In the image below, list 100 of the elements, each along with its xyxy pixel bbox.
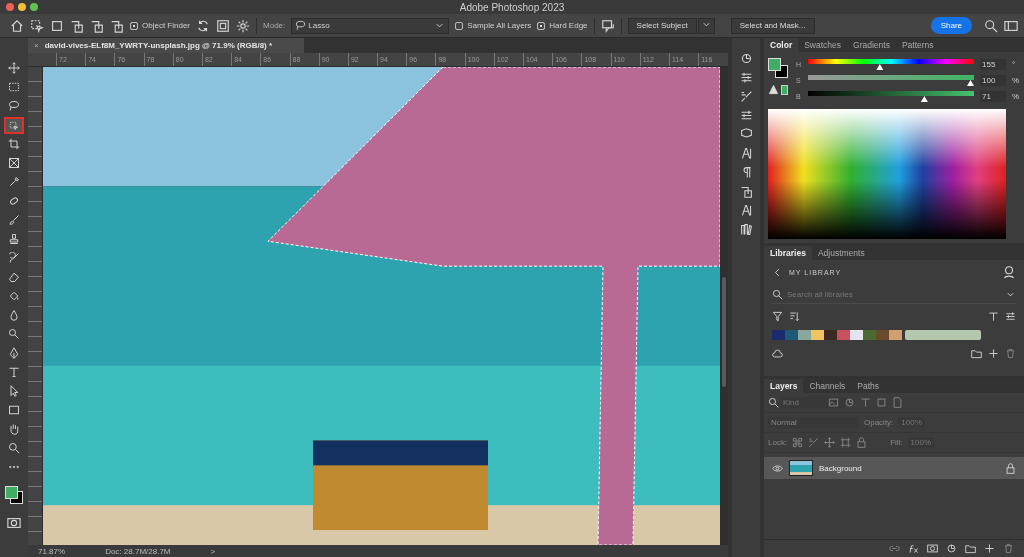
filter-icon[interactable] [772,311,783,322]
folder-icon[interactable] [971,348,982,359]
search-icon [768,397,779,408]
sort-icon[interactable] [789,311,800,322]
color-spectrum[interactable] [768,109,1006,239]
select-subject-button[interactable]: Select Subject [627,17,697,34]
shape-icon[interactable] [739,128,753,141]
window-title: Adobe Photoshop 2023 [459,1,565,13]
color-swatch[interactable] [798,330,811,340]
color-swatch[interactable] [889,330,902,340]
sample-all-layers-checkbox[interactable]: Sample All Layers [455,21,532,30]
panel-tab[interactable]: Channels [803,379,852,393]
type-filter-icon[interactable] [860,397,871,408]
panel-tab[interactable]: Color [764,38,799,52]
workspace-icon[interactable] [1004,18,1018,33]
color-swatch[interactable] [837,330,850,340]
layer-row[interactable]: Background [764,457,1024,479]
new-selection-icon[interactable] [50,18,64,33]
lock-artboard-icon[interactable] [840,437,852,448]
color-swatch[interactable] [863,330,876,340]
lock-brush-icon[interactable] [808,437,820,448]
document-tab[interactable]: × david-vives-ELf8M_YWRTY-unsplash.jpg @ 71.9% (RGB/8) * [28,38,304,53]
select-and-mask-button[interactable]: Select and Mask... [730,17,815,34]
glyphs-icon[interactable] [739,185,753,198]
hard-edge-checkbox[interactable]: Hard Edge [537,21,588,30]
color-swatch[interactable] [876,330,889,340]
tool-preset-icon[interactable] [30,18,44,33]
lock-pixels-icon[interactable] [792,437,804,448]
lock-label: Lock: [768,438,788,447]
object-selection-tool-icon[interactable] [4,117,24,134]
fill-label: Fill: [890,438,903,447]
character-icon[interactable] [739,147,753,160]
folder-icon[interactable] [965,543,976,554]
mode-dropdown[interactable]: Lasso [291,17,450,34]
value-field[interactable]: 100 [980,75,1006,86]
panel-tab[interactable]: Patterns [895,38,940,52]
color-swatch[interactable] [772,330,785,340]
link-icon[interactable] [889,543,900,554]
search-icon[interactable] [984,18,998,33]
foreground-background-swatch-icon[interactable] [768,58,788,78]
opacity-label: Opacity: [864,418,894,427]
object-finder-checkbox[interactable]: Object Finder [130,21,191,30]
panel-tab[interactable]: Libraries [764,246,812,260]
value-field[interactable]: 155 [980,59,1006,70]
foreground-background-colors-icon[interactable] [5,486,23,504]
panel-tab[interactable]: Gradients [847,38,896,52]
slider-thumb[interactable] [920,96,928,102]
color-swatch[interactable] [785,330,798,340]
gamut-swatch-icon[interactable] [781,84,788,95]
fx-icon[interactable] [908,543,919,554]
slider-thumb[interactable] [967,80,974,86]
search-icon [772,289,783,300]
new-layer-icon[interactable] [984,543,995,554]
refresh-icon[interactable] [196,18,211,33]
slider-thumb[interactable] [876,64,884,70]
zoom-window-icon[interactable] [30,3,38,11]
share-button[interactable]: Share [930,17,972,34]
shape-filter-icon[interactable] [876,397,887,408]
add-icon[interactable] [988,348,999,359]
unit-label: ° [1012,60,1017,69]
sliders-icon[interactable] [739,71,753,84]
clock-icon[interactable] [739,52,753,65]
library-icon[interactable] [739,223,753,236]
warning-icon[interactable] [768,84,779,95]
select-subject-menu-button[interactable] [697,17,715,34]
color-swatch[interactable] [811,330,824,340]
value-field[interactable]: 71 [980,91,1006,102]
minimize-window-icon[interactable] [18,3,26,11]
delete-icon[interactable] [1005,348,1016,359]
overlay-icon[interactable] [216,18,231,33]
color-swatch[interactable] [905,330,981,340]
color-swatch[interactable] [850,330,863,340]
delete-icon[interactable] [1003,543,1014,554]
panel-tab[interactable]: Layers [764,379,804,393]
mask-icon[interactable] [927,543,938,554]
layer-thumbnail [789,460,813,476]
lock-all-icon[interactable] [856,437,868,448]
status-menu-arrow[interactable]: > [210,546,216,556]
panel-tab[interactable]: Adjustments [811,246,871,260]
panel-tab[interactable]: Swatches [798,38,848,52]
panel-tab[interactable]: Paths [851,379,886,393]
list-view-icon[interactable] [1005,311,1016,322]
settings-icon[interactable] [236,18,251,33]
eye-icon[interactable] [772,462,783,474]
close-window-icon[interactable] [6,3,14,11]
lock-icon[interactable] [1005,462,1016,474]
color-swatch[interactable] [824,330,837,340]
zoom-level: 71.87% [38,546,66,556]
type-icon[interactable] [739,204,753,217]
quick-mask-icon[interactable] [7,516,21,530]
document-size: Doc: 28.7M/28.7M [105,546,171,556]
home-icon[interactable] [10,18,24,33]
mode-label: Mode: [263,21,286,30]
lock-position-icon[interactable] [824,437,836,448]
brush-icon[interactable] [739,90,753,103]
lasso-icon [295,20,307,31]
user-icon[interactable] [1002,265,1016,279]
feedback-icon[interactable] [600,18,615,33]
layer-name: Background [819,463,862,473]
cloud-icon[interactable] [772,348,783,359]
